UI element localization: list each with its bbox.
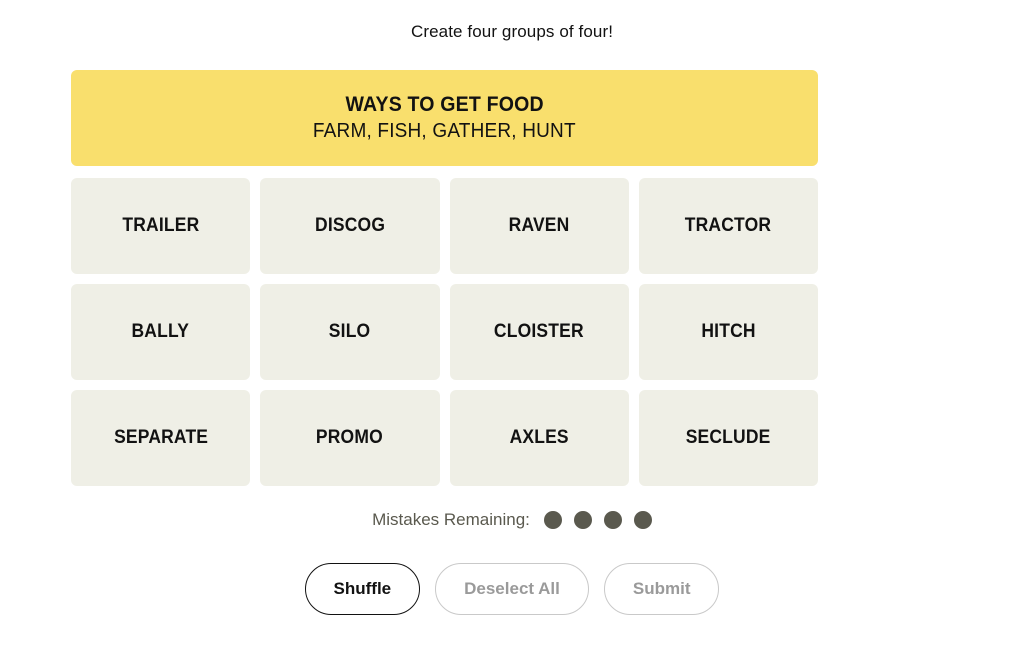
tile-label: TRAILER [122,215,200,236]
tile-label: RAVEN [508,215,570,236]
instruction-text: Create four groups of four! [410,22,614,41]
mistake-dot-icon [603,511,622,529]
tile-discog[interactable]: DISCOG [260,178,440,274]
tile-label: BALLY [131,321,190,342]
tile-promo[interactable]: PROMO [260,390,440,486]
tile-label: SECLUDE [685,427,771,448]
tile-tractor[interactable]: TRACTOR [638,178,818,274]
tile-raven[interactable]: RAVEN [449,178,629,274]
tile-label: SILO [329,321,371,342]
deselect-all-button[interactable]: Deselect All [435,563,589,615]
submit-button[interactable]: Submit [603,563,720,615]
tile-label: AXLES [509,427,569,448]
tile-label: DISCOG [314,215,385,236]
tile-cloister[interactable]: CLOISTER [449,284,629,380]
tile-trailer[interactable]: TRAILER [71,178,251,274]
tile-grid: TRAILER DISCOG RAVEN TRACTOR BALLY SILO … [71,178,818,486]
solved-group-category: WAYS TO GET FOOD [345,93,544,116]
tile-bally[interactable]: BALLY [71,284,251,380]
mistake-dot-icon [543,511,562,529]
tile-seclude[interactable]: SECLUDE [638,390,818,486]
tile-label: TRACTOR [685,215,772,236]
tile-separate[interactable]: SEPARATE [71,390,251,486]
mistake-dot-icon [573,511,592,529]
tile-silo[interactable]: SILO [260,284,440,380]
shuffle-button[interactable]: Shuffle [304,563,421,615]
tile-label: CLOISTER [494,321,585,342]
tile-axles[interactable]: AXLES [449,390,629,486]
solved-group-row: WAYS TO GET FOOD FARM, FISH, GATHER, HUN… [71,70,818,166]
tile-hitch[interactable]: HITCH [638,284,818,380]
tile-label: PROMO [316,427,384,448]
tile-label: SEPARATE [113,427,208,448]
connections-game: Create four groups of four! WAYS TO GET … [0,0,1024,660]
action-buttons: Shuffle Deselect All Submit [0,563,1024,615]
solved-group-words: FARM, FISH, GATHER, HUNT [313,120,576,142]
mistake-dot-icon [633,511,652,529]
game-board: WAYS TO GET FOOD FARM, FISH, GATHER, HUN… [71,70,818,486]
mistakes-dots [543,511,652,529]
mistakes-remaining-label: Mistakes Remaining: [372,510,530,529]
tile-label: HITCH [701,321,756,342]
mistakes-remaining: Mistakes Remaining: [0,509,1024,531]
